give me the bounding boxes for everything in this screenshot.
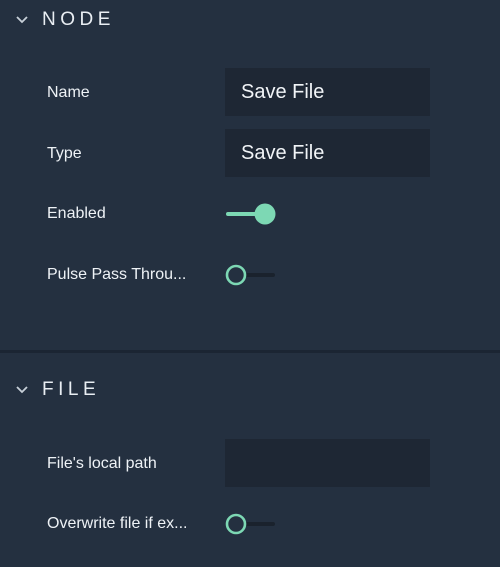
name-field[interactable]: Save File: [225, 68, 430, 116]
file-section-header[interactable]: FILE: [0, 370, 500, 410]
name-label: Name: [47, 84, 90, 101]
type-field[interactable]: Save File: [225, 129, 430, 177]
enabled-toggle[interactable]: [225, 200, 281, 228]
section-title-file: FILE: [42, 379, 101, 400]
overwrite-file-label: Overwrite file if ex...: [47, 515, 188, 532]
chevron-down-icon[interactable]: [15, 15, 29, 25]
enabled-label: Enabled: [47, 205, 106, 222]
chevron-down-icon[interactable]: [15, 385, 29, 395]
section-divider: [0, 350, 500, 353]
pulse-pass-through-toggle[interactable]: [225, 261, 281, 289]
node-section-header[interactable]: NODE: [0, 0, 500, 40]
file-local-path-label: File's local path: [47, 455, 157, 472]
section-title-node: NODE: [42, 9, 115, 30]
file-local-path-field[interactable]: [225, 439, 430, 487]
overwrite-file-toggle[interactable]: [225, 510, 281, 538]
type-label: Type: [47, 145, 82, 162]
pulse-pass-through-label: Pulse Pass Throu...: [47, 266, 187, 283]
